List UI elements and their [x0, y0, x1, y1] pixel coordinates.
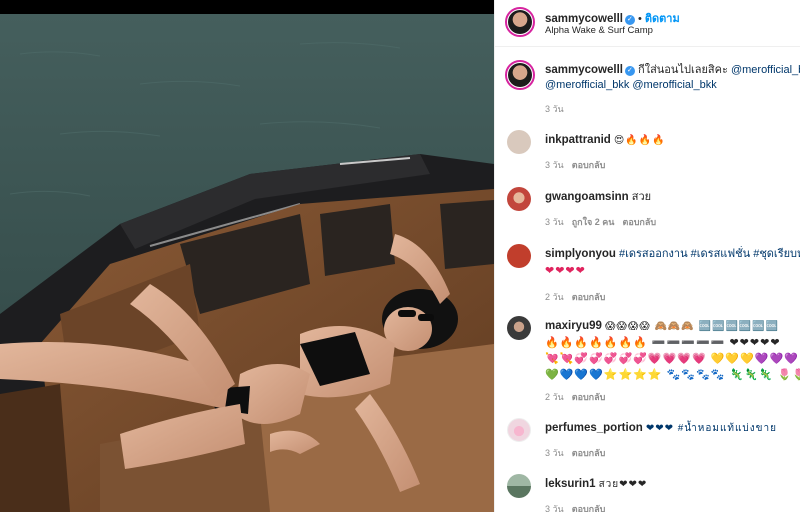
- commenter-avatar[interactable]: [507, 187, 531, 211]
- comment-item: inkpattranid 😍🔥🔥🔥 3 วัน ตอบกลับ: [495, 130, 800, 180]
- comment-text: 😱😱😱😱 🙈🙈🙈 🆒🆒🆒🆒🆒🆒: [604, 321, 780, 332]
- comment-item: simplyonyou #เดรสออกงาน #เดรสแฟชั่น #ชุด…: [495, 244, 800, 308]
- comment-text-line2: 🔥🔥🔥🔥🔥🔥🔥 ➖➖➖➖➖ ❤❤❤❤❤: [545, 337, 781, 349]
- separator-dot: •: [637, 13, 642, 25]
- verified-badge-icon: ✓: [624, 66, 635, 76]
- reply-button[interactable]: ตอบกลับ: [622, 217, 656, 227]
- comment-text-line3: 💘💘💞💞💞💞💞💗💗💗💗 💛💛💛💜💜💜: [545, 353, 799, 365]
- commenter-avatar[interactable]: [507, 316, 531, 340]
- comment-text-line4: 💚💙💙💙⭐⭐⭐⭐ 🐾🐾🐾🐾 🦎🦎🦎 🌷🌷: [545, 369, 800, 381]
- comment-item: gwangoamsinn สวย 3 วัน ถูกใจ 2 คน ตอบกลับ: [495, 187, 800, 237]
- comment-time: 3 วัน: [545, 504, 564, 512]
- reply-button[interactable]: ตอบกลับ: [572, 504, 606, 512]
- commenter-username[interactable]: perfumes_portion: [545, 422, 643, 434]
- comment-text: สวย❤❤❤: [598, 479, 648, 490]
- caption-mention[interactable]: @merofficial_bkk: [731, 64, 800, 76]
- caption-text: กีใส่นอนไปเลยสิคะ: [638, 64, 728, 76]
- post-caption: sammycowelll ✓ กีใส่นอนไปเลยสิคะ @meroffi…: [495, 60, 800, 116]
- comment-text[interactable]: ❤❤❤ #น้ำหอมแท้แบ่งขาย: [646, 423, 777, 434]
- likes-count[interactable]: ถูกใจ 2 คน: [572, 217, 615, 227]
- comment-time: 3 วัน: [545, 217, 564, 227]
- caption-username[interactable]: sammycowelll: [545, 64, 623, 76]
- author-avatar[interactable]: [505, 7, 535, 37]
- commenter-avatar[interactable]: [507, 418, 531, 442]
- caption-time: 3 วัน: [545, 104, 564, 114]
- post-header: sammycowelll ✓ • ติดตาม Alpha Wake & Surf C…: [495, 0, 800, 47]
- comment-item: perfumes_portion ❤❤❤ #น้ำหอมแท้แบ่งขาย 3…: [495, 418, 800, 464]
- verified-badge-icon: ✓: [624, 15, 635, 25]
- commenter-username[interactable]: leksurin1: [545, 478, 596, 490]
- comment-text-line2: ❤❤❤❤: [545, 265, 586, 277]
- comment-time: 2 วัน: [545, 292, 564, 302]
- follow-button[interactable]: ติดตาม: [645, 13, 680, 25]
- commenter-avatar[interactable]: [507, 474, 531, 498]
- commenter-username[interactable]: maxiryu99: [545, 320, 602, 332]
- author-username[interactable]: sammycowelll: [545, 13, 623, 25]
- reply-button[interactable]: ตอบกลับ: [572, 160, 606, 170]
- post-photo[interactable]: [0, 14, 494, 512]
- comments-panel: sammycowelll ✓ • ติดตาม Alpha Wake & Surf C…: [494, 0, 800, 512]
- commenter-avatar[interactable]: [507, 130, 531, 154]
- reply-button[interactable]: ตอบกลับ: [572, 392, 606, 402]
- comment-item: maxiryu99 😱😱😱😱 🙈🙈🙈 🆒🆒🆒🆒🆒🆒 🔥🔥🔥🔥🔥🔥🔥 ➖➖➖➖➖ …: [495, 316, 800, 408]
- commenter-username[interactable]: gwangoamsinn: [545, 191, 629, 203]
- reply-button[interactable]: ตอบกลับ: [572, 448, 606, 458]
- comment-time: 2 วัน: [545, 392, 564, 402]
- post-photo-illustration: [0, 14, 494, 512]
- post-location[interactable]: Alpha Wake & Surf Camp: [545, 25, 653, 36]
- commenter-username[interactable]: simplyonyou: [545, 248, 616, 260]
- comment-text: สวย: [631, 191, 652, 203]
- comment-text: 😍🔥🔥🔥: [613, 135, 666, 146]
- comment-time: 3 วัน: [545, 160, 564, 170]
- caption-mentions[interactable]: @merofficial_bkk @merofficial_bkk: [545, 77, 800, 94]
- comment-item: leksurin1 สวย❤❤❤ 3 วัน ตอบกลับ: [495, 474, 800, 512]
- commenter-avatar[interactable]: [507, 244, 531, 268]
- commenter-username[interactable]: inkpattranid: [545, 134, 611, 146]
- comment-time: 3 วัน: [545, 448, 564, 458]
- comment-hashtags[interactable]: #เดรสออกงาน #เดรสแฟชั่น #ชุดเรียบหรู: [619, 248, 800, 260]
- reply-button[interactable]: ตอบกลับ: [572, 292, 606, 302]
- caption-avatar[interactable]: [505, 60, 535, 90]
